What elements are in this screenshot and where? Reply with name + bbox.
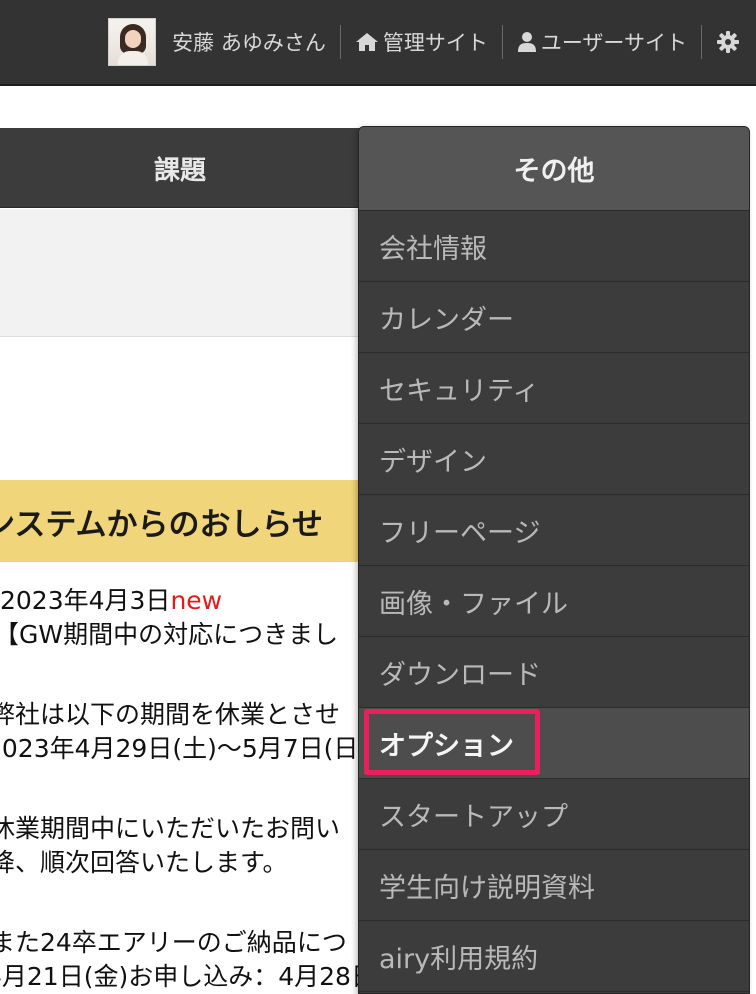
tab-bar: 課題: [0, 128, 360, 208]
settings-button[interactable]: [716, 30, 740, 54]
avatar-face: [125, 30, 142, 48]
header-border: [0, 84, 756, 86]
notice-date: 2023年4月3日: [0, 586, 171, 615]
menu-item-design[interactable]: デザイン: [359, 424, 749, 495]
new-badge: new: [170, 586, 223, 615]
user-site-link[interactable]: ユーザーサイト: [517, 27, 687, 57]
other-dropdown-menu: その他 会社情報 カレンダー セキュリティ デザイン フリーページ 画像・ファイ…: [358, 126, 750, 994]
tab-other[interactable]: その他: [359, 127, 749, 211]
menu-item-option[interactable]: オプション: [359, 708, 749, 779]
avatar-body: [118, 51, 149, 65]
user-menu[interactable]: 安藤 あゆみさん: [108, 18, 326, 66]
menu-item-startup[interactable]: スタートアップ: [359, 779, 749, 850]
notice-line: 【GW期間中の対応につきまし: [0, 620, 339, 649]
menu-item-calendar[interactable]: カレンダー: [359, 282, 749, 353]
menu-item-download[interactable]: ダウンロード: [359, 637, 749, 708]
admin-site-label: 管理サイト: [382, 31, 488, 55]
admin-site-link[interactable]: 管理サイト: [355, 27, 488, 57]
divider: [701, 25, 702, 59]
notice-line: 降、順次回答いたします。: [0, 848, 288, 877]
user-icon: [517, 32, 536, 52]
menu-item-images-files[interactable]: 画像・ファイル: [359, 566, 749, 637]
notice-line: 休業期間中にいただいたお問い: [0, 814, 341, 843]
top-bar: 安藤 あゆみさん 管理サイト ユーザーサイト: [0, 0, 756, 84]
notice-line: 4月21日(金)お申し込み：4月28日(土)ご納等: [0, 962, 360, 991]
gear-icon: [717, 31, 739, 53]
divider: [501, 25, 503, 59]
notice-body: 2023年4月3日new 【GW期間中の対応につきまし 弊社は以下の期間を休業と…: [0, 584, 360, 994]
avatar[interactable]: [108, 18, 157, 66]
notice-heading: ンステムからのおしらせ: [0, 480, 360, 562]
user-name[interactable]: 安藤 あゆみさん: [172, 27, 326, 57]
user-site-label: ユーザーサイト: [540, 31, 687, 55]
notice-heading-text: ンステムからのおしらせ: [0, 506, 323, 543]
home-icon: [355, 33, 378, 51]
menu-item-free-page[interactable]: フリーページ: [359, 495, 749, 566]
highlight-box: [364, 709, 540, 775]
menu-item-company-info[interactable]: 会社情報: [359, 211, 749, 282]
menu-item-student-materials[interactable]: 学生向け説明資料: [359, 850, 749, 921]
divider: [339, 25, 341, 59]
notice-line: 2023年4月29日(土)〜5月7日(日: [0, 734, 359, 763]
menu-item-security[interactable]: セキュリティ: [359, 353, 749, 424]
notice-line: 弊社は以下の期間を休業とさせ: [0, 700, 341, 729]
notice-date-line: 2023年4月3日new: [0, 584, 222, 618]
content-panel: [0, 209, 360, 337]
notice-line: また24卒エアリーのご納品につ: [0, 928, 347, 957]
tab-assignment[interactable]: 課題: [0, 128, 360, 208]
menu-item-terms[interactable]: airy利用規約: [359, 921, 749, 992]
